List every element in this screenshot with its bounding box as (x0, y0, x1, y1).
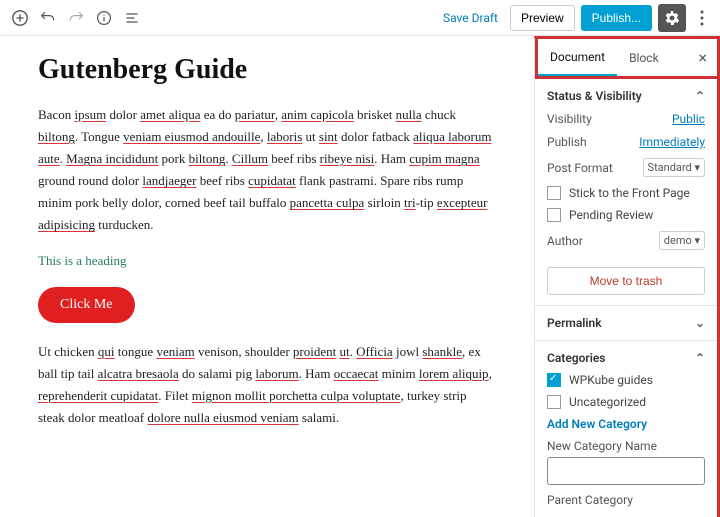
status-visibility-toggle[interactable]: Status & Visibility ⌃ (547, 89, 705, 103)
settings-sidebar: Document Block × Status & Visibility ⌃ Vi… (534, 36, 720, 517)
top-toolbar: Save Draft Preview Publish... (0, 0, 720, 36)
add-new-category-link[interactable]: Add New Category (547, 417, 647, 431)
info-button[interactable] (92, 6, 116, 30)
new-category-input[interactable] (547, 457, 705, 485)
pending-checkbox[interactable] (547, 208, 561, 222)
move-to-trash-button[interactable]: Move to trash (547, 267, 705, 295)
settings-button[interactable] (658, 4, 686, 32)
post-format-label: Post Format (547, 161, 613, 175)
close-sidebar-button[interactable]: × (688, 48, 717, 67)
chevron-up-icon: ⌃ (695, 351, 705, 365)
post-title[interactable]: Gutenberg Guide (38, 54, 496, 86)
status-title: Status & Visibility (547, 89, 642, 103)
parent-category-label: Parent Category (547, 493, 705, 507)
chevron-up-icon: ⌃ (695, 89, 705, 103)
sidebar-tabs: Document Block × (535, 39, 717, 79)
paragraph-block-2[interactable]: Ut chicken qui tongue veniam venison, sh… (38, 341, 496, 429)
visibility-value[interactable]: Public (672, 112, 705, 126)
tab-block[interactable]: Block (617, 39, 688, 76)
post-format-select[interactable]: Standard ▾ (643, 158, 705, 177)
outline-button[interactable] (120, 6, 144, 30)
undo-button[interactable] (36, 6, 60, 30)
visibility-label: Visibility (547, 112, 592, 126)
permalink-title: Permalink (547, 316, 602, 330)
save-draft-link[interactable]: Save Draft (437, 7, 504, 29)
stick-checkbox[interactable] (547, 186, 561, 200)
heading-block[interactable]: This is a heading (38, 253, 496, 269)
stick-label: Stick to the Front Page (569, 186, 690, 200)
categories-title: Categories (547, 351, 605, 365)
publish-label: Publish (547, 135, 587, 149)
chevron-down-icon: ⌄ (695, 316, 705, 330)
permalink-toggle[interactable]: Permalink ⌄ (547, 316, 705, 330)
editor-canvas[interactable]: Gutenberg Guide Bacon ipsum dolor amet a… (0, 36, 534, 517)
category-checkbox-uncategorized[interactable] (547, 395, 561, 409)
category-label: WPKube guides (569, 373, 653, 387)
categories-panel: Categories⌃ WPKube guides Uncategorized … (535, 341, 717, 517)
add-block-button[interactable] (8, 6, 32, 30)
permalink-panel: Permalink ⌄ (535, 306, 717, 341)
tab-document[interactable]: Document (538, 39, 617, 76)
new-category-label: New Category Name (547, 439, 705, 453)
preview-button[interactable]: Preview (510, 5, 575, 31)
author-label: Author (547, 234, 583, 248)
publish-value[interactable]: Immediately (639, 135, 705, 149)
toolbar-left (8, 6, 144, 30)
category-checkbox-wpkube[interactable] (547, 373, 561, 387)
author-select[interactable]: demo ▾ (659, 231, 705, 250)
button-block[interactable]: Click Me (38, 287, 135, 323)
publish-button[interactable]: Publish... (581, 5, 652, 31)
redo-button[interactable] (64, 6, 88, 30)
status-visibility-panel: Status & Visibility ⌃ Visibility Public Pu… (535, 79, 717, 306)
categories-toggle[interactable]: Categories ⌃ (547, 351, 705, 365)
paragraph-block-1[interactable]: Bacon ipsum dolor amet aliqua ea do pari… (38, 104, 496, 237)
more-menu-button[interactable] (692, 4, 712, 32)
category-label: Uncategorized (569, 395, 646, 409)
main: Gutenberg Guide Bacon ipsum dolor amet a… (0, 36, 720, 517)
toolbar-right: Save Draft Preview Publish... (437, 4, 712, 32)
pending-label: Pending Review (569, 208, 653, 222)
